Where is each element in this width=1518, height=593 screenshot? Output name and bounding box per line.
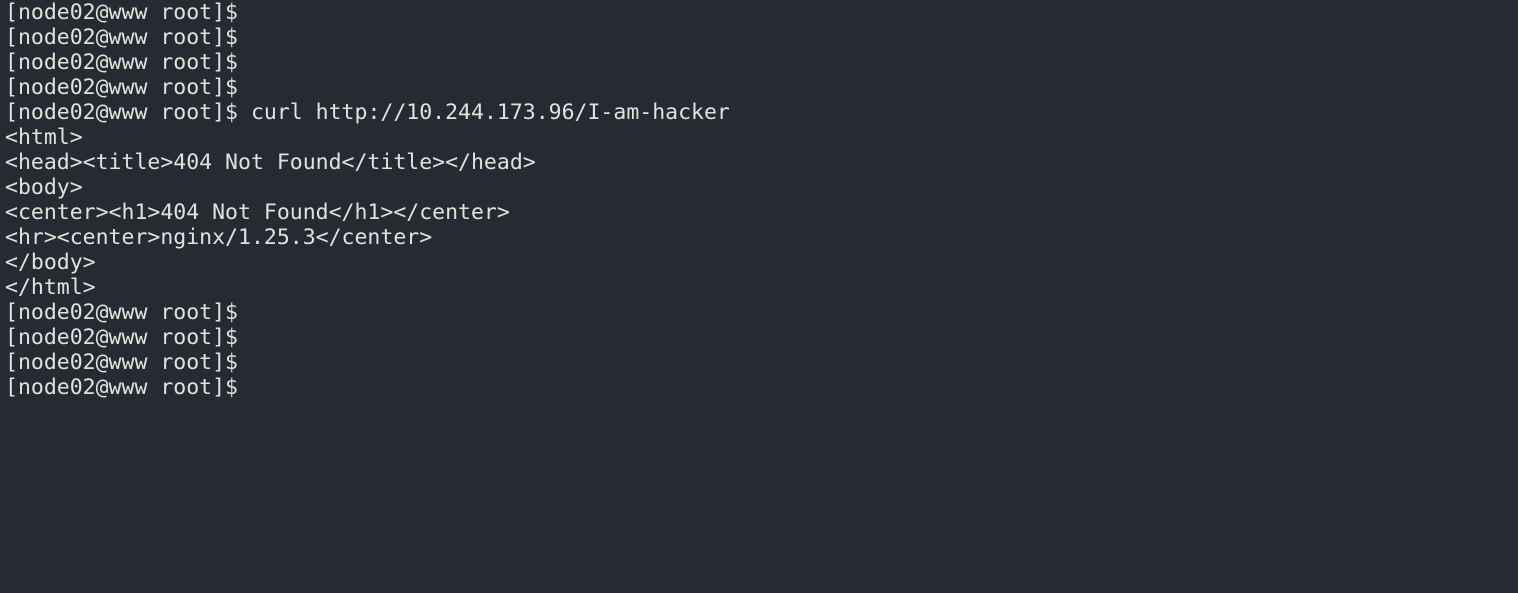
output-text: <head><title>404 Not Found</title></head… <box>5 150 536 175</box>
terminal-prompt-line: [node02@www root]$ <box>5 375 1518 400</box>
terminal-output-area[interactable]: [node02@www root]$ [node02@www root]$ [nod… <box>0 0 1518 593</box>
output-text: <hr><center>nginx/1.25.3</center> <box>5 225 433 250</box>
terminal-output-line: <hr><center>nginx/1.25.3</center> <box>5 225 1518 250</box>
terminal-prompt-line: [node02@www root]$ <box>5 50 1518 75</box>
output-text: </body> <box>5 250 96 275</box>
shell-prompt: [node02@www root]$ <box>5 25 238 50</box>
terminal-prompt-line: [node02@www root]$ <box>5 25 1518 50</box>
terminal-prompt-line: [node02@www root]$ <box>5 75 1518 100</box>
shell-prompt: [node02@www root]$ <box>5 75 238 100</box>
shell-prompt: [node02@www root]$ <box>5 375 238 400</box>
terminal-output-line: <html> <box>5 125 1518 150</box>
terminal-prompt-line: [node02@www root]$ <box>5 300 1518 325</box>
shell-prompt: [node02@www root]$ <box>5 100 238 125</box>
terminal-output-line: </body> <box>5 250 1518 275</box>
terminal-prompt-line: [node02@www root]$ <box>5 325 1518 350</box>
shell-prompt: [node02@www root]$ <box>5 50 238 75</box>
terminal-output-line: <center><h1>404 Not Found</h1></center> <box>5 200 1518 225</box>
shell-prompt: [node02@www root]$ <box>5 300 238 325</box>
terminal-prompt-line: [node02@www root]$ <box>5 0 1518 25</box>
shell-prompt: [node02@www root]$ <box>5 350 238 375</box>
output-text: <html> <box>5 125 83 150</box>
shell-prompt: [node02@www root]$ <box>5 0 238 25</box>
shell-prompt: [node02@www root]$ <box>5 325 238 350</box>
terminal-output-line: <head><title>404 Not Found</title></head… <box>5 150 1518 175</box>
output-text: <center><h1>404 Not Found</h1></center> <box>5 200 510 225</box>
terminal-prompt-line: [node02@www root]$ curl http://10.244.17… <box>5 100 1518 125</box>
terminal-output-line: </html> <box>5 275 1518 300</box>
terminal-output-line: <body> <box>5 175 1518 200</box>
shell-command: curl http://10.244.173.96/I-am-hacker <box>238 100 730 125</box>
output-text: <body> <box>5 175 83 200</box>
terminal-prompt-line: [node02@www root]$ <box>5 350 1518 375</box>
output-text: </html> <box>5 275 96 300</box>
